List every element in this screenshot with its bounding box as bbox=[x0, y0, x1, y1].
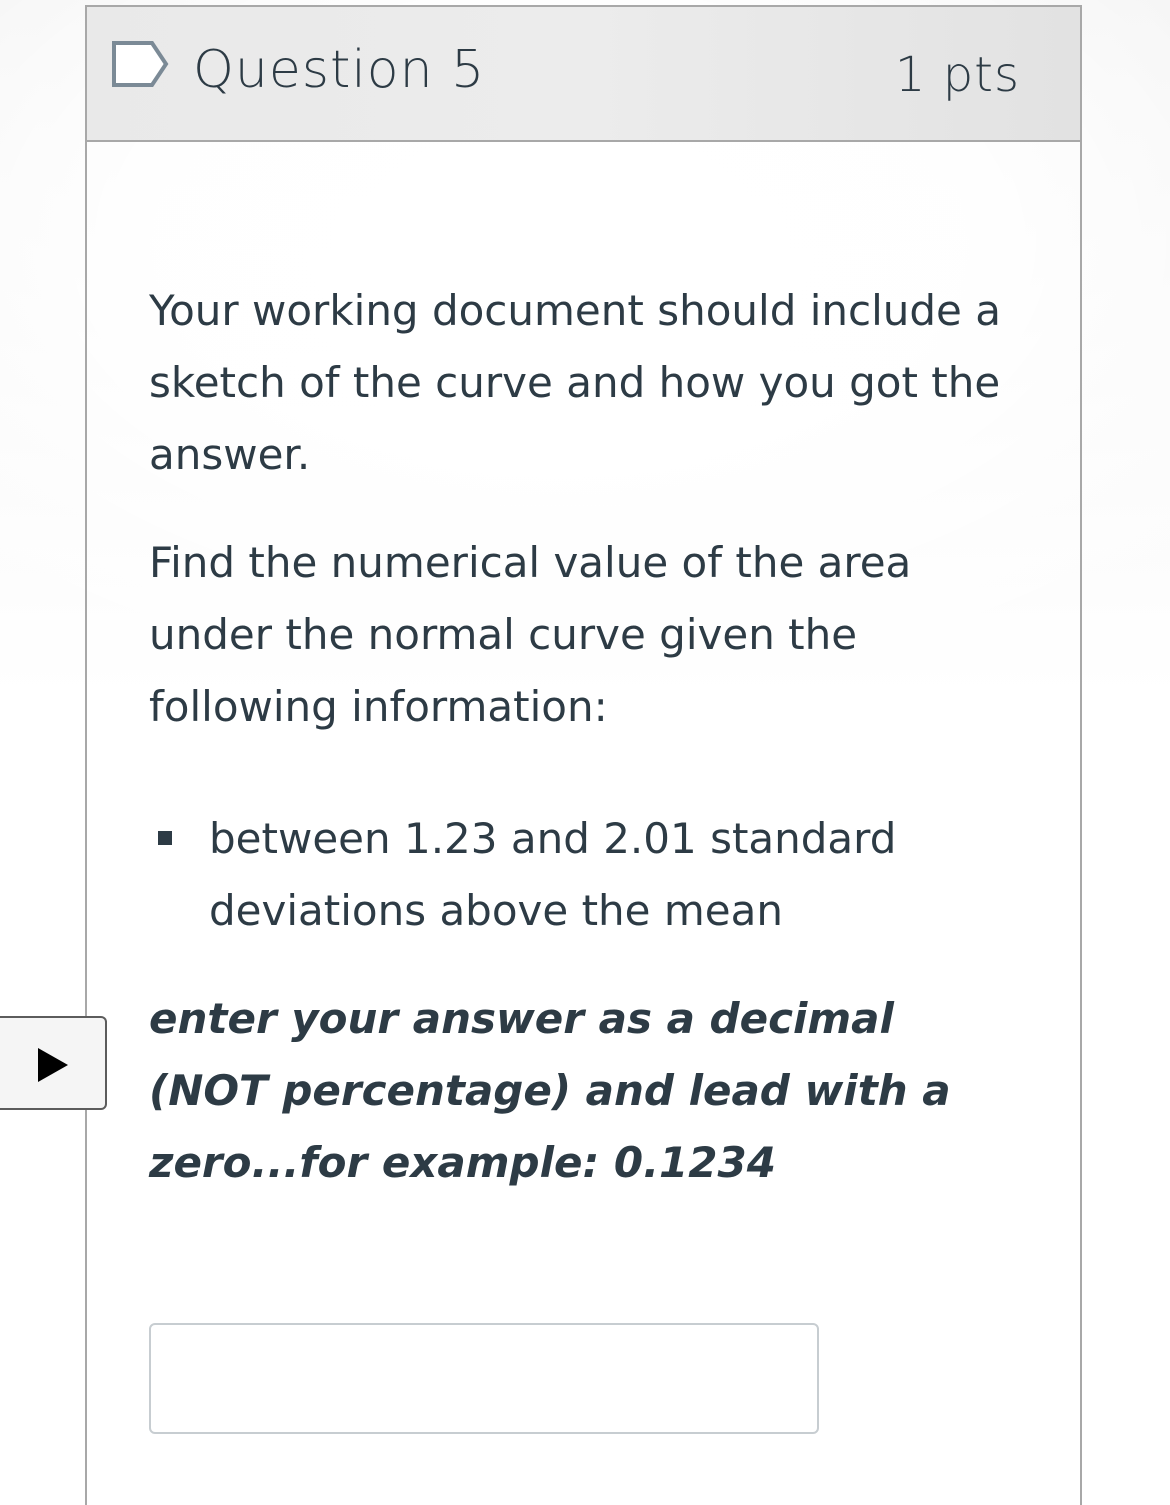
question-card: Question 5 1 pts Your working document s… bbox=[85, 5, 1082, 1505]
play-icon bbox=[38, 1048, 68, 1082]
answer-instruction: enter your answer as a decimal (NOT perc… bbox=[149, 994, 951, 1187]
question-points: 1 pts bbox=[894, 47, 1020, 103]
question-bullet-list: between 1.23 and 2.01 standard deviation… bbox=[149, 803, 969, 947]
square-bullet-icon bbox=[158, 831, 172, 845]
answer-input[interactable] bbox=[149, 1323, 819, 1434]
flag-outline-icon[interactable] bbox=[110, 37, 170, 91]
list-item-text: between 1.23 and 2.01 standard deviation… bbox=[209, 814, 897, 935]
question-text-paragraph: Find the numerical value of the area und… bbox=[149, 538, 912, 731]
question-header: Question 5 1 pts bbox=[87, 7, 1080, 142]
expand-panel-button[interactable] bbox=[0, 1016, 107, 1110]
list-item: between 1.23 and 2.01 standard deviation… bbox=[149, 803, 969, 947]
question-text-paragraph: Your working document should include a s… bbox=[149, 286, 1001, 479]
question-title: Question 5 bbox=[193, 40, 486, 100]
